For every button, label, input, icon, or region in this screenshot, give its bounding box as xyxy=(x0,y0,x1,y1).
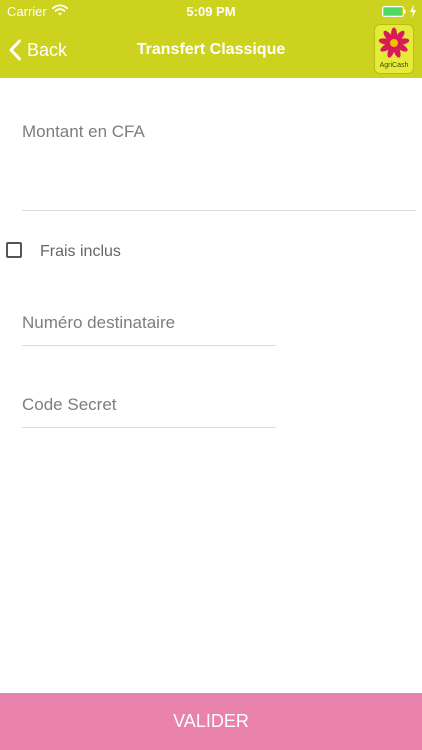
battery-icon xyxy=(382,6,406,17)
top-bar: Carrier 5:09 PM Back Transfert Classique xyxy=(0,0,422,78)
status-time: 5:09 PM xyxy=(186,4,236,19)
logo-text: AgriCash xyxy=(379,62,409,69)
amount-underline xyxy=(22,210,416,211)
flower-logo-icon xyxy=(378,27,410,58)
fees-included-checkbox[interactable] xyxy=(6,242,22,258)
navigation-bar: Back Transfert Classique xyxy=(0,22,422,78)
recipient-number-underline xyxy=(22,345,276,346)
agricash-logo: AgriCash xyxy=(374,24,414,74)
secret-code-underline xyxy=(22,427,276,428)
validate-button[interactable]: VALIDER xyxy=(0,693,422,750)
status-bar: Carrier 5:09 PM xyxy=(0,0,422,22)
fees-included-label: Frais inclus xyxy=(40,243,121,260)
amount-label: Montant en CFA xyxy=(22,122,145,141)
secret-code-label: Code Secret xyxy=(22,395,117,414)
charging-icon xyxy=(410,4,416,18)
recipient-number-label: Numéro destinataire xyxy=(22,313,176,332)
page-title: Transfert Classique xyxy=(136,41,286,58)
